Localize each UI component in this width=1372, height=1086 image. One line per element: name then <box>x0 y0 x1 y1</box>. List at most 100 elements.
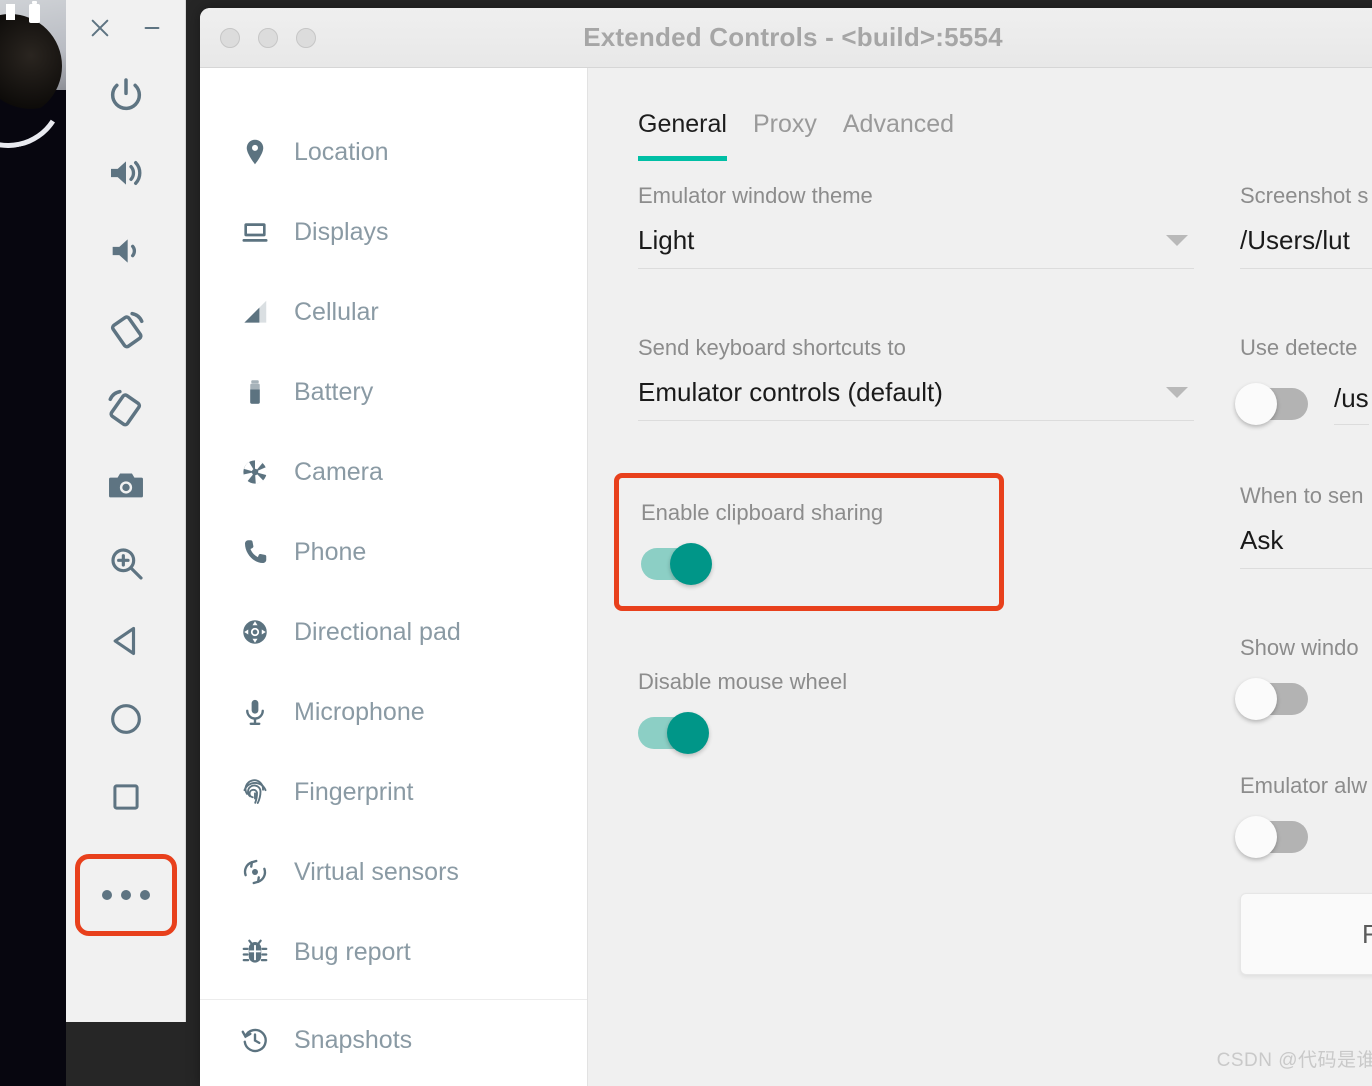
phone-icon <box>238 535 272 569</box>
camera-aperture-icon <box>238 455 272 489</box>
zoom-mode-button[interactable] <box>74 524 178 602</box>
back-button[interactable] <box>74 602 178 680</box>
volume-up-icon <box>106 153 146 193</box>
keyboard-shortcuts-label: Send keyboard shortcuts to <box>638 335 906 360</box>
battery-icon <box>29 1 40 23</box>
emulator-window-controls <box>66 0 185 56</box>
tab-general[interactable]: General <box>638 110 727 161</box>
sidebar-item-fingerprint[interactable]: Fingerprint <box>200 752 587 832</box>
sidebar-item-microphone[interactable]: Microphone <box>200 672 587 752</box>
power-icon <box>106 75 146 115</box>
use-detected-adb-row: /us <box>1235 383 1372 425</box>
home-button[interactable] <box>74 680 178 758</box>
rotate-left-icon <box>105 308 147 350</box>
show-window-field: Show windo <box>1235 635 1372 720</box>
window-close-button[interactable] <box>220 27 240 48</box>
close-icon[interactable] <box>87 15 113 41</box>
sidebar-item-virtual-sensors[interactable]: Virtual sensors <box>200 832 587 912</box>
emulator-always-on-top-label: Emulator alw <box>1240 773 1368 798</box>
wifi-icon <box>6 4 15 20</box>
settings-columns: Emulator window theme Light Send keyboar… <box>588 183 1372 975</box>
selected-value: Emulator controls (default) <box>638 377 943 407</box>
when-to-send-label: When to sen <box>1240 483 1364 508</box>
sidebar-item-label: Battery <box>294 377 374 406</box>
more-button[interactable] <box>74 854 177 936</box>
camera-icon <box>105 464 147 506</box>
screen-root: Extended Controls - <build>:5554 Locatio… <box>0 0 1372 1086</box>
emulator-toolbar <box>66 0 186 1022</box>
use-detected-adb-field: Use detecte /us <box>1235 335 1372 425</box>
use-detected-adb-label: Use detecte <box>1240 335 1358 360</box>
sidebar-item-label: Camera <box>294 457 383 486</box>
chevron-down-icon <box>1166 235 1188 246</box>
sidebar-item-snapshots[interactable]: Snapshots <box>200 1000 587 1080</box>
snapshot-history-icon <box>238 1023 272 1057</box>
sidebar-item-label: Directional pad <box>294 617 461 646</box>
sidebar-item-label: Virtual sensors <box>294 857 459 886</box>
disable-mouse-wheel-toggle[interactable] <box>638 712 709 754</box>
volume-up-button[interactable] <box>74 134 178 212</box>
tab-label: General <box>638 110 727 138</box>
sidebar-item-label: Displays <box>294 217 389 246</box>
home-circle-icon <box>106 699 146 739</box>
sidebar-item-battery[interactable]: Battery <box>200 352 587 432</box>
show-window-toggle[interactable] <box>1235 678 1308 720</box>
chevron-down-icon <box>1166 387 1188 398</box>
clipboard-sharing-field: Enable clipboard sharing <box>641 500 975 585</box>
keyboard-shortcuts-field: Send keyboard shortcuts to Emulator cont… <box>638 335 1194 421</box>
overview-button[interactable] <box>74 758 178 836</box>
emulator-always-on-top-toggle[interactable] <box>1235 816 1308 858</box>
selected-value: Ask <box>1240 525 1284 555</box>
sidebar-item-label: Snapshots <box>294 1025 413 1054</box>
battery-icon <box>238 375 272 409</box>
sidebar-item-camera[interactable]: Camera <box>200 432 587 512</box>
minimize-icon[interactable] <box>139 15 165 41</box>
right-column-action-button[interactable]: F <box>1240 893 1372 975</box>
sidebar-item-displays[interactable]: Displays <box>200 192 587 272</box>
when-to-send-select[interactable]: Ask <box>1240 525 1372 569</box>
window-zoom-button[interactable] <box>296 27 316 48</box>
show-window-label: Show windo <box>1240 635 1359 660</box>
device-status-bar <box>6 1 40 23</box>
screenshot-button[interactable] <box>74 446 178 524</box>
sidebar-item-cellular[interactable]: Cellular <box>200 272 587 352</box>
emulator-device-screen[interactable] <box>0 0 66 1086</box>
toggle-knob <box>1235 816 1277 858</box>
tab-label: Advanced <box>842 110 955 138</box>
use-detected-adb-toggle[interactable] <box>1235 383 1308 425</box>
dpad-icon <box>238 615 272 649</box>
window-titlebar: Extended Controls - <build>:5554 <box>200 8 1372 68</box>
fingerprint-icon <box>238 775 272 809</box>
rotate-right-icon <box>105 386 147 428</box>
rotate-left-button[interactable] <box>74 290 178 368</box>
rotate-right-button[interactable] <box>74 368 178 446</box>
screenshot-save-location-value[interactable]: /Users/lut <box>1240 225 1372 269</box>
cellular-signal-icon <box>238 295 272 329</box>
sidebar: Location Displays Cellular Battery Camer… <box>200 68 588 1086</box>
sidebar-item-label: Location <box>294 137 389 166</box>
emulator-window-theme-select[interactable]: Light <box>638 225 1194 269</box>
sidebar-item-label: Microphone <box>294 697 425 726</box>
tab-proxy[interactable]: Proxy <box>753 110 817 149</box>
sidebar-item-location[interactable]: Location <box>200 112 587 192</box>
keyboard-shortcuts-select[interactable]: Emulator controls (default) <box>638 377 1194 421</box>
extended-controls-window: Extended Controls - <build>:5554 Locatio… <box>200 8 1372 1086</box>
sidebar-item-bug-report[interactable]: Bug report <box>200 912 587 992</box>
watermark: CSDN @代码是谁 <box>1216 1050 1372 1071</box>
more-dots-icon <box>101 890 150 900</box>
window-minimize-button[interactable] <box>258 27 278 48</box>
power-button[interactable] <box>74 56 178 134</box>
sidebar-item-phone[interactable]: Phone <box>200 512 587 592</box>
when-to-send-field: When to sen Ask <box>1240 483 1372 569</box>
sidebar-item-directional-pad[interactable]: Directional pad <box>200 592 587 672</box>
volume-down-button[interactable] <box>74 212 178 290</box>
zoom-in-icon <box>106 543 146 583</box>
sidebar-item-label: Bug report <box>294 937 411 966</box>
clipboard-sharing-label: Enable clipboard sharing <box>641 500 884 525</box>
settings-left-column: Emulator window theme Light Send keyboar… <box>588 183 1194 975</box>
tab-advanced[interactable]: Advanced <box>843 110 954 149</box>
clipboard-sharing-toggle[interactable] <box>641 543 712 585</box>
disable-mouse-wheel-label: Disable mouse wheel <box>638 669 848 694</box>
bug-icon <box>238 935 272 969</box>
emulator-always-on-top-field: Emulator alw <box>1235 773 1372 858</box>
